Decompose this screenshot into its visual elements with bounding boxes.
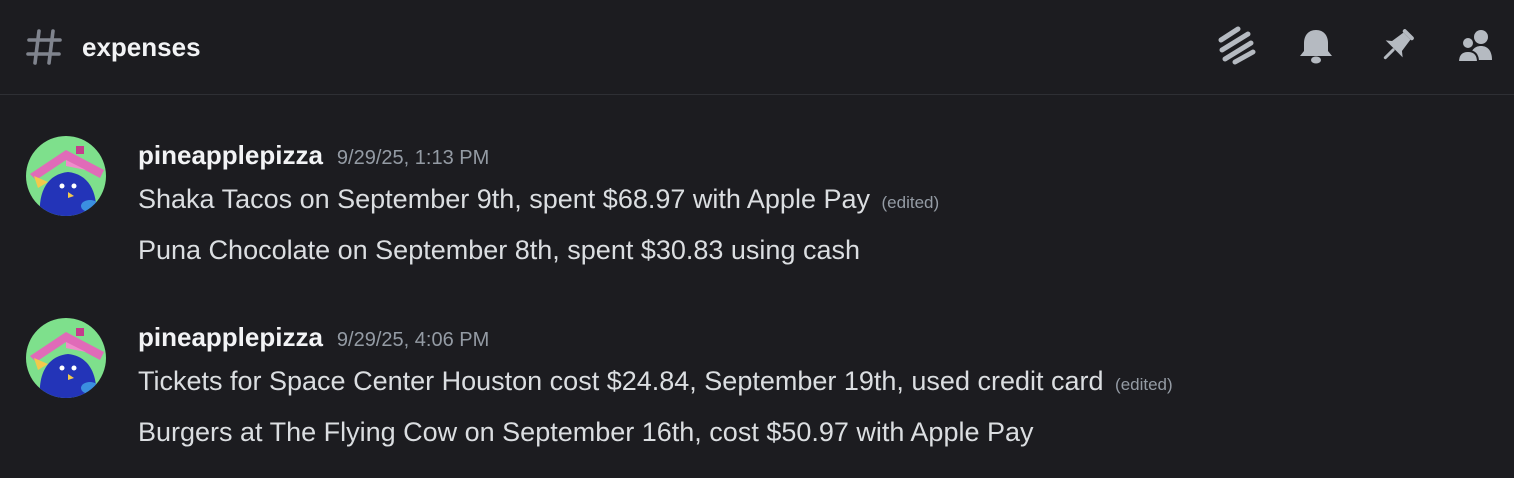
message-content: Burgers at The Flying Cow on September 1… xyxy=(138,417,1034,447)
message-text: Shaka Tacos on September 9th, spent $68.… xyxy=(138,182,939,220)
edited-label: (edited) xyxy=(881,193,940,212)
pin-icon[interactable] xyxy=(1377,26,1417,66)
username[interactable]: pineapplepizza xyxy=(138,140,323,170)
message-text: Puna Chocolate on September 8th, spent $… xyxy=(138,233,860,267)
message-header: pineapplepizza 9/29/25, 1:13 PM xyxy=(138,140,489,174)
channel-name: expenses xyxy=(82,32,201,62)
avatar[interactable] xyxy=(26,318,106,398)
timestamp: 9/29/25, 4:06 PM xyxy=(336,329,490,351)
message-text: Tickets for Space Center Houston cost $2… xyxy=(138,364,1173,402)
message-content: Puna Chocolate on September 8th, spent $… xyxy=(138,235,860,265)
username[interactable]: pineapplepizza xyxy=(138,322,323,352)
message-content: Tickets for Space Center Houston cost $2… xyxy=(138,366,1104,396)
avatar[interactable] xyxy=(26,136,106,216)
hash-icon xyxy=(26,28,62,66)
timestamp: 9/29/25, 1:13 PM xyxy=(336,147,490,169)
edited-label: (edited) xyxy=(1115,375,1173,394)
message-content: Shaka Tacos on September 9th, spent $68.… xyxy=(138,184,870,214)
message-text: Burgers at The Flying Cow on September 1… xyxy=(138,415,1034,449)
message-header: pineapplepizza 9/29/25, 4:06 PM xyxy=(138,322,489,356)
members-icon[interactable] xyxy=(1456,26,1496,66)
channel-header: expenses xyxy=(0,0,1514,95)
bell-icon[interactable] xyxy=(1296,26,1336,66)
threads-icon[interactable] xyxy=(1216,26,1256,66)
